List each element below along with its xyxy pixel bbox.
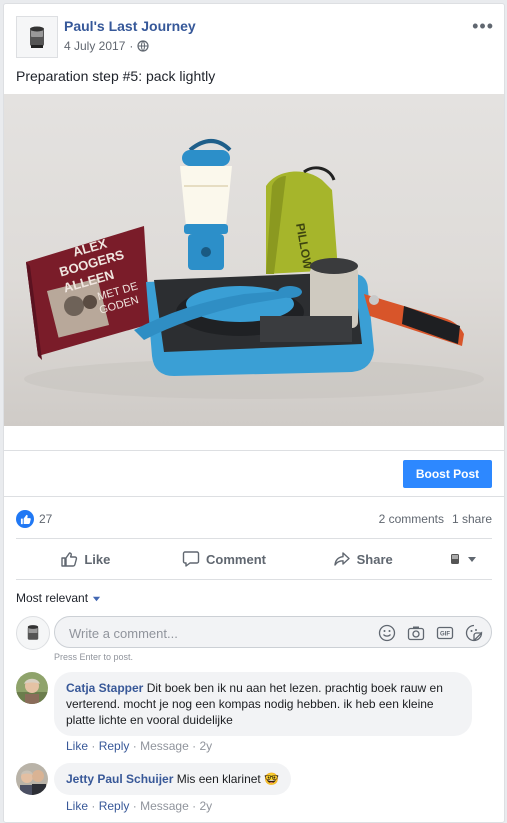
comment-message-link[interactable]: Message — [140, 799, 189, 813]
comment-actions: Like · Reply · Message · 2y — [66, 739, 212, 753]
sort-caret-icon — [92, 596, 101, 601]
mess-kit-illustration — [134, 258, 374, 376]
comment-input[interactable] — [67, 617, 361, 649]
post-as-selector[interactable] — [432, 542, 492, 576]
commenter-avatar[interactable] — [16, 672, 48, 704]
comment-text: Mis een klarinet — [176, 772, 261, 786]
nerd-face-emoji: 🤓 — [264, 772, 280, 786]
pocket-knife-illustration — [364, 294, 464, 346]
boost-post-button[interactable]: Boost Post — [403, 460, 492, 488]
comment-composer: GIF — [16, 616, 492, 650]
comment-input-box[interactable]: GIF — [54, 616, 492, 649]
post-date[interactable]: 4 July 2017 — [64, 39, 125, 53]
commenter-avatar[interactable] — [16, 763, 48, 795]
actions-bottom-divider — [16, 579, 492, 580]
share-button[interactable]: Share — [293, 542, 432, 576]
comment-action-separator: · — [192, 739, 197, 753]
comment-reply-link[interactable]: Reply — [99, 799, 130, 813]
stuff-sack-illustration: PILLOW — [266, 166, 338, 274]
comment-reply-link[interactable]: Reply — [99, 739, 130, 753]
composer-hint: Press Enter to post. — [54, 652, 134, 662]
comment-author[interactable]: Jetty Paul Schuijer — [66, 772, 173, 786]
caret-down-icon — [468, 557, 477, 562]
like-button[interactable]: Like — [16, 542, 155, 576]
globe-icon[interactable] — [137, 40, 149, 52]
emoji-icon[interactable] — [378, 624, 396, 642]
like-label: Like — [84, 551, 111, 567]
comment-bubble: Jetty Paul Schuijer Mis een klarinet 🤓 — [54, 763, 292, 795]
comment-action-separator: · — [91, 739, 96, 753]
comment-action-separator: · — [132, 799, 137, 813]
book-illustration: ALEX BOOGERS ALLEEN MET DE GODEN — [26, 226, 150, 360]
engagement-counts: 2 comments 1 share — [379, 512, 492, 526]
reaction-count: 27 — [39, 512, 53, 526]
like-reaction-icon — [16, 510, 34, 528]
composer-icons: GIF — [378, 624, 483, 642]
comment-like-link[interactable]: Like — [66, 739, 88, 753]
post-actions: Like Comment Share — [16, 542, 492, 576]
comment-sort-dropdown[interactable]: Most relevant — [16, 591, 101, 605]
post-text: Preparation step #5: pack lightly — [16, 68, 216, 84]
page-name[interactable]: Paul's Last Journey — [64, 18, 196, 34]
camera-icon[interactable] — [407, 624, 425, 642]
comment-author[interactable]: Catja Stapper — [66, 681, 143, 695]
comment-message-link[interactable]: Message — [140, 739, 189, 753]
comment-sort-label: Most relevant — [16, 591, 89, 605]
share-arrow-icon — [333, 552, 350, 566]
comment-age[interactable]: 2y — [199, 799, 212, 813]
thumbs-up-icon — [61, 552, 78, 567]
lantern-illustration — [180, 139, 232, 270]
more-options-button[interactable]: ••• — [472, 16, 494, 37]
svg-text:GIF: GIF — [440, 632, 450, 638]
gif-icon[interactable]: GIF — [436, 624, 454, 642]
actions-top-divider — [16, 538, 492, 539]
comment-action-separator: · — [132, 739, 137, 753]
photo-divider — [4, 450, 504, 451]
meta-separator: · — [129, 39, 134, 53]
comment-action-separator: · — [91, 799, 96, 813]
comment-actions: Like · Reply · Message · 2y — [66, 799, 212, 813]
post-photo[interactable]: ALEX BOOGERS ALLEEN MET DE GODEN PILLOW — [4, 94, 504, 426]
composer-avatar — [16, 616, 50, 650]
comment-like-link[interactable]: Like — [66, 799, 88, 813]
share-label: Share — [356, 551, 393, 567]
post-meta: 4 July 2017 · — [64, 39, 149, 53]
page-avatar-mini-icon — [451, 554, 460, 564]
lantern-logo-icon — [30, 26, 44, 48]
comment-age[interactable]: 2y — [199, 739, 212, 753]
comment-bubble: Catja Stapper Dit boek ben ik nu aan het… — [54, 672, 472, 736]
comment-icon — [182, 551, 200, 567]
boost-divider — [4, 496, 504, 497]
page-avatar[interactable] — [16, 16, 58, 58]
camping-gear-illustration: ALEX BOOGERS ALLEEN MET DE GODEN PILLOW — [24, 139, 484, 399]
comment-action-separator: · — [192, 799, 197, 813]
comments-count-link[interactable]: 2 comments — [379, 512, 444, 526]
sticker-icon[interactable] — [465, 624, 483, 642]
comment-button[interactable]: Comment — [155, 542, 294, 576]
post-header: Paul's Last Journey 4 July 2017 · ••• — [16, 16, 494, 60]
reaction-summary[interactable]: 27 — [16, 510, 52, 528]
comment-label: Comment — [206, 551, 266, 567]
shares-count-link[interactable]: 1 share — [452, 512, 492, 526]
post-card: Paul's Last Journey 4 July 2017 · ••• Pr… — [3, 3, 505, 823]
